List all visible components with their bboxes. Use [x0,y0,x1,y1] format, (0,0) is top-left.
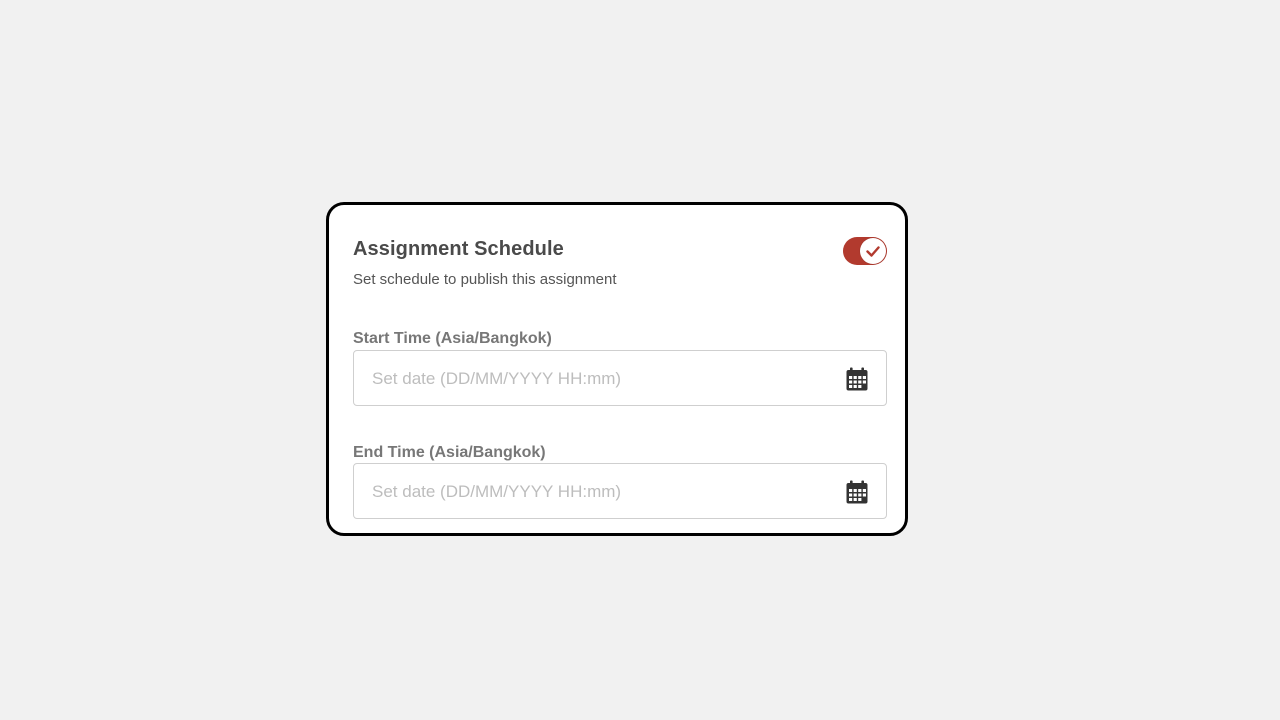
end-time-placeholder: Set date (DD/MM/YYYY HH:mm) [372,482,622,501]
schedule-subtitle: Set schedule to publish this assignment [353,271,617,288]
schedule-toggle[interactable] [843,237,887,265]
end-time-label: End Time (Asia/Bangkok) [353,444,546,461]
check-icon [866,246,880,257]
end-time-input[interactable]: Set date (DD/MM/YYYY HH:mm) [353,463,887,519]
start-time-label: Start Time (Asia/Bangkok) [353,330,552,347]
schedule-title: Assignment Schedule [353,238,564,260]
start-time-placeholder: Set date (DD/MM/YYYY HH:mm) [372,369,622,388]
calendar-icon[interactable] [846,480,868,504]
toggle-knob [860,238,886,264]
start-time-input[interactable]: Set date (DD/MM/YYYY HH:mm) [353,350,887,406]
calendar-icon[interactable] [846,367,868,391]
schedule-card: Assignment Schedule Set schedule to publ… [326,202,908,536]
